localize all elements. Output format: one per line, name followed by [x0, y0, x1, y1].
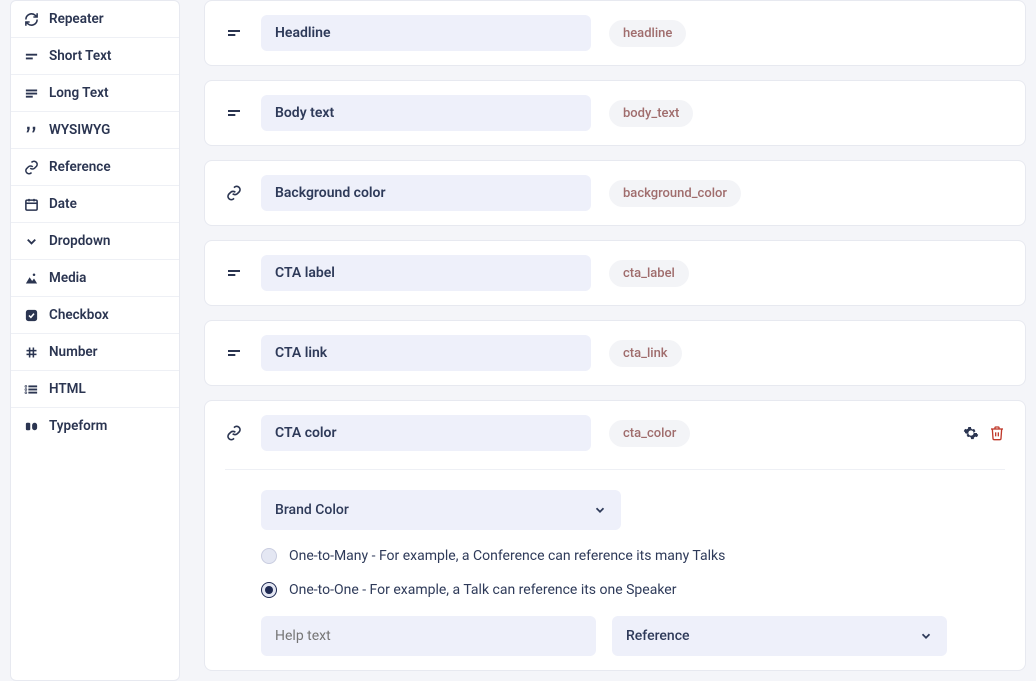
fields-list: Headline headline Body text body_text Ba…: [204, 0, 1026, 681]
chevron-down-icon: [23, 233, 39, 249]
sidebar-item-html[interactable]: HTML: [11, 371, 179, 408]
field-name-input[interactable]: CTA color: [261, 415, 591, 451]
checkbox-icon: [23, 307, 39, 323]
field-type-select-value: Reference: [626, 628, 690, 644]
field-slug: cta_label: [609, 260, 689, 287]
relation-option-label: One-to-Many - For example, a Conference …: [289, 548, 725, 564]
hash-icon: [23, 344, 39, 360]
sidebar-item-repeater[interactable]: Repeater: [11, 1, 179, 38]
quote-icon: [23, 122, 39, 138]
model-select-value: Brand Color: [275, 502, 349, 518]
field-name-input[interactable]: CTA label: [261, 255, 591, 291]
radio-checked-icon[interactable]: [261, 582, 277, 598]
sidebar-item-label: Long Text: [49, 85, 109, 101]
relation-option-one-to-one[interactable]: One-to-One - For example, a Talk can ref…: [261, 582, 1005, 598]
field-slug: body_text: [609, 100, 693, 127]
sidebar-item-label: Dropdown: [49, 233, 110, 249]
sidebar-item-label: Number: [49, 344, 98, 360]
model-select[interactable]: Brand Color: [261, 490, 621, 530]
sidebar-item-label: Media: [49, 270, 86, 286]
list-icon: [23, 381, 39, 397]
field-name-input[interactable]: Headline: [261, 15, 591, 51]
sidebar-item-checkbox[interactable]: Checkbox: [11, 297, 179, 334]
sidebar-item-short-text[interactable]: Short Text: [11, 38, 179, 75]
sidebar-item-typeform[interactable]: Typeform: [11, 408, 179, 444]
field-type-select[interactable]: Reference: [612, 616, 947, 656]
chevron-down-icon: [919, 629, 933, 643]
sidebar-item-label: Checkbox: [49, 307, 109, 323]
help-text-input[interactable]: [261, 616, 596, 656]
sidebar-item-label: HTML: [49, 381, 86, 397]
field-card-expanded: CTA color cta_color Brand Color: [204, 400, 1026, 671]
field-slug: cta_link: [609, 340, 682, 367]
sidebar-item-dropdown[interactable]: Dropdown: [11, 223, 179, 260]
sidebar-item-label: Reference: [49, 159, 111, 175]
sidebar-item-label: Date: [49, 196, 77, 212]
sidebar-item-label: Repeater: [49, 11, 104, 27]
sidebar-item-long-text[interactable]: Long Text: [11, 75, 179, 112]
link-icon: [23, 159, 39, 175]
field-name-input[interactable]: CTA link: [261, 335, 591, 371]
sidebar-item-number[interactable]: Number: [11, 334, 179, 371]
field-name-input[interactable]: Body text: [261, 95, 591, 131]
radio-unchecked-icon[interactable]: [261, 548, 277, 564]
field-types-sidebar: Repeater Short Text Long Text WYSIWYG Re…: [10, 0, 180, 681]
sidebar-item-label: WYSIWYG: [49, 122, 110, 138]
link-icon[interactable]: [225, 184, 243, 202]
field-slug: background_color: [609, 180, 741, 207]
trash-icon[interactable]: [989, 425, 1005, 441]
long-text-icon: [23, 85, 39, 101]
sidebar-item-label: Typeform: [49, 418, 107, 434]
field-card[interactable]: CTA link cta_link: [204, 320, 1026, 386]
drag-handle-icon[interactable]: [225, 24, 243, 42]
chevron-down-icon: [593, 503, 607, 517]
field-card[interactable]: Headline headline: [204, 0, 1026, 66]
field-slug: headline: [609, 20, 686, 47]
drag-handle-icon[interactable]: [225, 344, 243, 362]
field-card[interactable]: Body text body_text: [204, 80, 1026, 146]
drag-handle-icon[interactable]: [225, 104, 243, 122]
relation-option-label: One-to-One - For example, a Talk can ref…: [289, 582, 676, 598]
link-icon[interactable]: [225, 424, 243, 442]
sidebar-item-media[interactable]: Media: [11, 260, 179, 297]
refresh-icon: [23, 11, 39, 27]
field-card[interactable]: Background color background_color: [204, 160, 1026, 226]
image-icon: [23, 270, 39, 286]
sidebar-item-label: Short Text: [49, 48, 111, 64]
typeform-icon: [23, 418, 39, 434]
field-card[interactable]: CTA label cta_label: [204, 240, 1026, 306]
field-slug: cta_color: [609, 420, 690, 447]
drag-handle-icon[interactable]: [225, 264, 243, 282]
sidebar-item-wysiwyg[interactable]: WYSIWYG: [11, 112, 179, 149]
calendar-icon: [23, 196, 39, 212]
relation-option-one-to-many[interactable]: One-to-Many - For example, a Conference …: [261, 548, 1005, 564]
field-name-input[interactable]: Background color: [261, 175, 591, 211]
sidebar-item-date[interactable]: Date: [11, 186, 179, 223]
gear-icon[interactable]: [963, 425, 979, 441]
sidebar-item-reference[interactable]: Reference: [11, 149, 179, 186]
short-text-icon: [23, 48, 39, 64]
